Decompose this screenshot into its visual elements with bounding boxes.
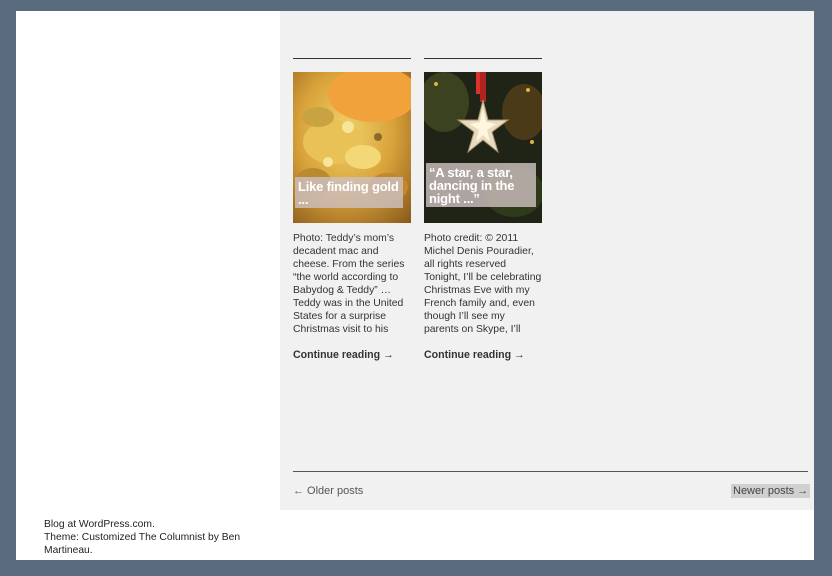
post-excerpt: Photo credit: © 2011 Michel Denis Pourad… [424, 233, 542, 335]
post-title[interactable]: “A star, a star, dancing in the night ..… [426, 163, 536, 207]
post-divider [293, 58, 411, 59]
post-thumbnail[interactable]: Like finding gold ... [293, 72, 411, 223]
older-posts-link[interactable]: ← Older posts [293, 485, 363, 497]
post-divider [424, 58, 542, 59]
continue-reading-link[interactable]: Continue reading → [424, 349, 542, 361]
continue-reading-link[interactable]: Continue reading → [293, 349, 411, 361]
pagination-divider [293, 471, 808, 472]
newer-posts-link[interactable]: Newer posts → [731, 484, 811, 498]
post-excerpt: Photo: Teddy’s mom’s decadent mac and ch… [293, 233, 405, 335]
post-card: Like finding gold ... Photo: Teddy’s mom… [293, 58, 411, 361]
post-card: “A star, a star, dancing in the night ..… [424, 58, 542, 361]
footer-credit[interactable]: Blog at WordPress.com. [44, 518, 264, 531]
footer-theme[interactable]: Theme: Customized The Columnist by Ben M… [44, 531, 264, 557]
post-thumbnail[interactable]: “A star, a star, dancing in the night ..… [424, 72, 542, 223]
site-footer: Blog at WordPress.com. Theme: Customized… [44, 518, 264, 557]
post-title[interactable]: Like finding gold ... [295, 177, 403, 208]
